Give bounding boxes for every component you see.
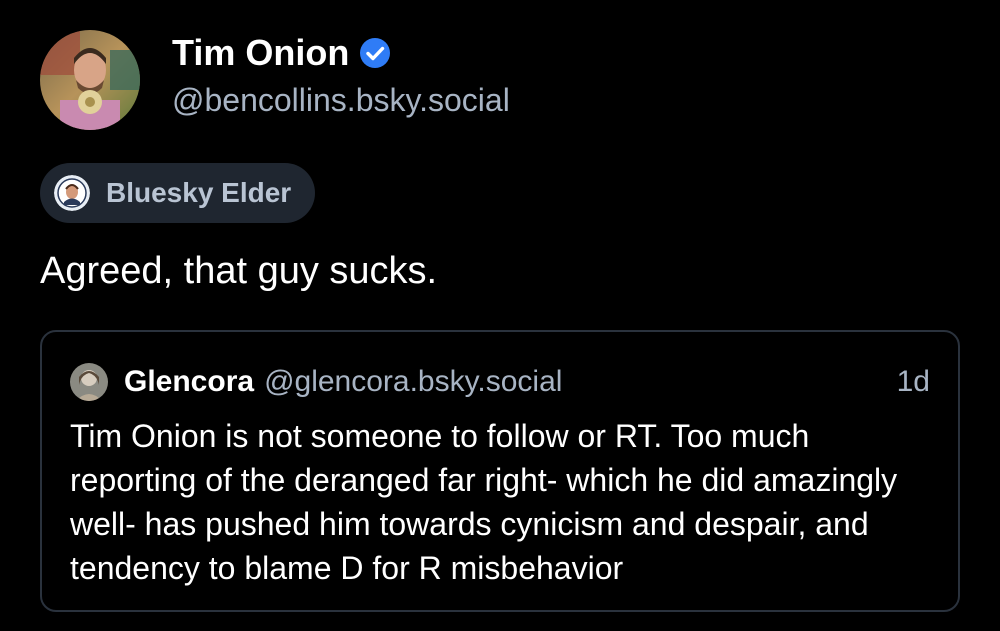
quoted-author-display-name[interactable]: Glencora: [124, 365, 254, 399]
post: Tim Onion @bencollins.bsky.social Bluesk…: [0, 0, 1000, 631]
bluesky-elder-badge[interactable]: Bluesky Elder: [40, 163, 315, 223]
verified-check-icon[interactable]: [359, 37, 391, 69]
quoted-author-avatar[interactable]: [70, 363, 108, 401]
author-avatar-image: [40, 30, 140, 130]
quoted-post-text: Tim Onion is not someone to follow or RT…: [70, 418, 898, 586]
author-name-row: Tim Onion: [172, 30, 510, 76]
quoted-author-handle[interactable]: @glencora.bsky.social: [264, 365, 562, 399]
quoted-post-card[interactable]: Glencora @glencora.bsky.social 1d Tim On…: [40, 330, 960, 612]
elder-badge-icon: [54, 175, 90, 211]
badge-label: Bluesky Elder: [106, 177, 292, 208]
author-display-name[interactable]: Tim Onion: [172, 32, 349, 74]
author-handle[interactable]: @bencollins.bsky.social: [172, 82, 510, 119]
quoted-post-header: Glencora @glencora.bsky.social 1d: [70, 360, 930, 404]
quoted-post-timestamp[interactable]: 1d: [897, 365, 930, 399]
post-text: Agreed, that guy sucks.: [40, 250, 438, 292]
author-block: Tim Onion @bencollins.bsky.social: [172, 30, 510, 119]
author-avatar[interactable]: [40, 30, 140, 130]
